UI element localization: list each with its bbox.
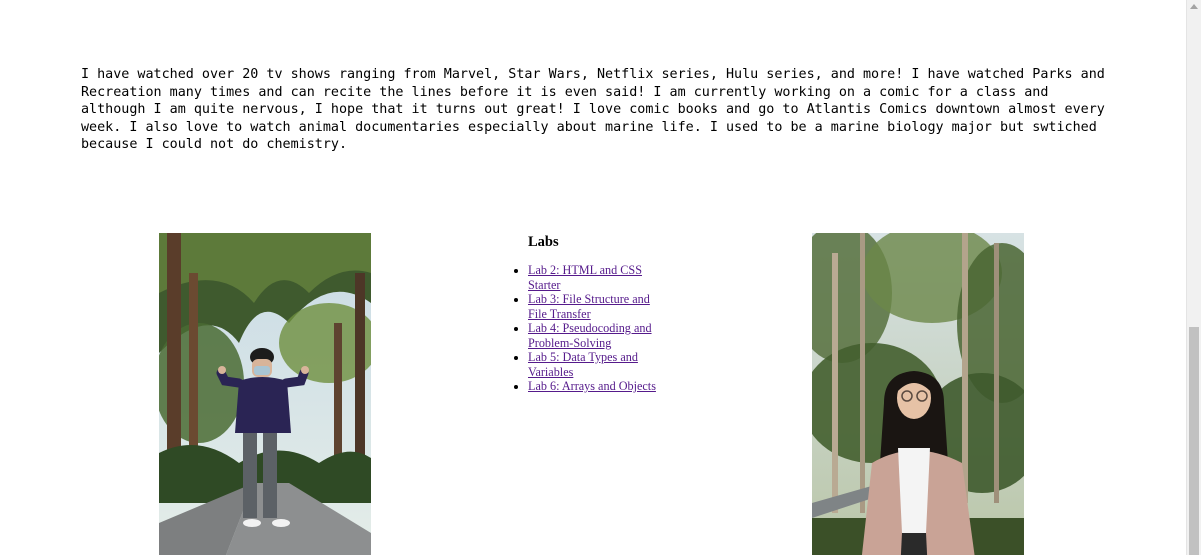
lab-3-link[interactable]: Lab 3: File Structure and File Transfer (528, 292, 650, 321)
list-item: Lab 5: Data Types and Variables (528, 350, 668, 379)
list-item: Lab 6: Arrays and Objects (528, 379, 668, 394)
list-item: Lab 3: File Structure and File Transfer (528, 292, 668, 321)
scrollbar-thumb[interactable] (1189, 327, 1199, 555)
photo-right (812, 233, 1024, 555)
list-item: Lab 2: HTML and CSS Starter (528, 263, 668, 292)
lab-5-link[interactable]: Lab 5: Data Types and Variables (528, 350, 638, 379)
lab-2-link[interactable]: Lab 2: HTML and CSS Starter (528, 263, 642, 292)
person-photo-forest-portrait-icon (812, 233, 1024, 555)
person-photo-forest-road-icon (159, 233, 371, 555)
list-item: Lab 4: Pseudocoding and Problem-Solving (528, 321, 668, 350)
photo-left (159, 233, 371, 555)
scroll-up-arrow-icon[interactable] (1190, 4, 1198, 9)
labs-title: Labs (528, 234, 559, 250)
page: I have watched over 20 tv shows ranging … (0, 0, 1186, 555)
labs-list: Lab 2: HTML and CSS Starter Lab 3: File … (512, 263, 672, 394)
lab-6-link[interactable]: Lab 6: Arrays and Objects (528, 379, 656, 393)
intro-paragraph: I have watched over 20 tv shows ranging … (81, 67, 1105, 152)
labs-nav: Labs Lab 2: HTML and CSS Starter Lab 3: … (512, 233, 672, 394)
lab-4-link[interactable]: Lab 4: Pseudocoding and Problem-Solving (528, 321, 652, 350)
vertical-scrollbar[interactable] (1186, 0, 1201, 555)
